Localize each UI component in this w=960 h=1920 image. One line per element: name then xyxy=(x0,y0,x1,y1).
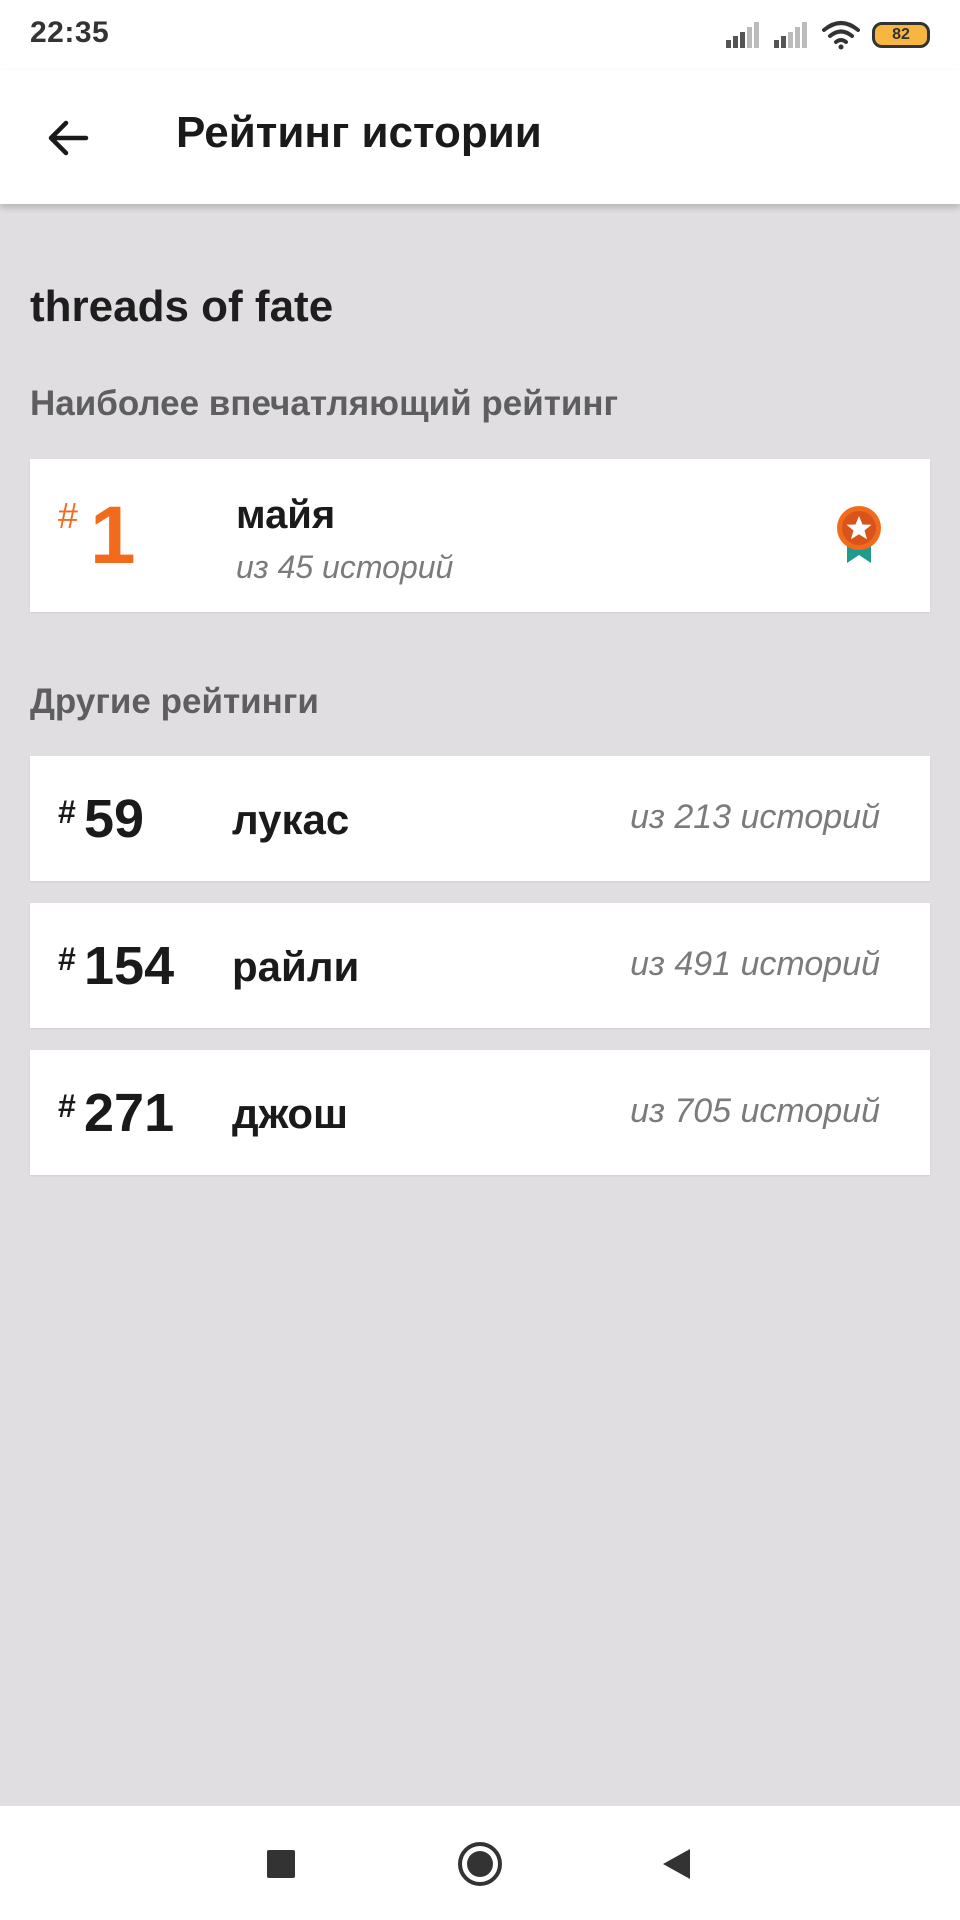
rank-number: 271 xyxy=(84,1083,175,1143)
square-icon xyxy=(267,1850,295,1878)
back-nav-button[interactable] xyxy=(648,1836,704,1892)
character-name: майя xyxy=(236,493,336,537)
status-bar: 22:35 82 xyxy=(0,0,960,70)
page-title: Рейтинг истории xyxy=(176,108,542,157)
character-name: райли xyxy=(232,943,360,990)
app-bar: Рейтинг истории xyxy=(0,70,960,204)
story-title: threads of fate xyxy=(30,282,334,331)
rating-row[interactable]: # 271 джош из 705 историй xyxy=(30,1050,930,1175)
navigation-bar xyxy=(0,1806,960,1920)
rank-number: 154 xyxy=(84,936,175,996)
home-button[interactable] xyxy=(452,1836,508,1892)
top-rating-label: Наиболее впечатляющий рейтинг xyxy=(30,384,619,423)
story-count: из 705 историй xyxy=(630,1092,880,1130)
rating-row[interactable]: # 59 лукас из 213 историй xyxy=(30,756,930,881)
recents-button[interactable] xyxy=(253,1836,309,1892)
top-rating-card[interactable]: # 1 майя из 45 историй xyxy=(30,459,930,612)
back-button[interactable] xyxy=(28,106,108,170)
rank-hash: # xyxy=(58,1088,76,1124)
status-icons: 82 xyxy=(726,18,930,52)
battery-icon: 82 xyxy=(872,22,930,48)
signal-icon xyxy=(774,22,807,48)
wifi-icon xyxy=(822,21,860,50)
medal-star-icon xyxy=(837,506,881,563)
triangle-back-icon xyxy=(663,1849,690,1879)
other-ratings-label: Другие рейтинги xyxy=(30,682,319,721)
story-count: из 213 историй xyxy=(630,798,880,836)
character-name: джош xyxy=(232,1090,349,1137)
rank-number: 59 xyxy=(84,789,145,849)
status-time: 22:35 xyxy=(30,16,110,49)
rank-hash: # xyxy=(58,495,79,536)
circle-icon xyxy=(458,1842,502,1886)
story-count: из 45 историй xyxy=(236,549,454,585)
battery-level: 82 xyxy=(892,26,910,43)
rank-hash: # xyxy=(58,794,76,830)
story-count: из 491 историй xyxy=(630,945,880,983)
character-name: лукас xyxy=(232,796,350,843)
rank-hash: # xyxy=(58,941,76,977)
arrow-left-icon xyxy=(48,120,89,156)
rating-row[interactable]: # 154 райли из 491 историй xyxy=(30,903,930,1028)
signal-icon xyxy=(726,22,759,48)
rank-number: 1 xyxy=(90,490,136,581)
